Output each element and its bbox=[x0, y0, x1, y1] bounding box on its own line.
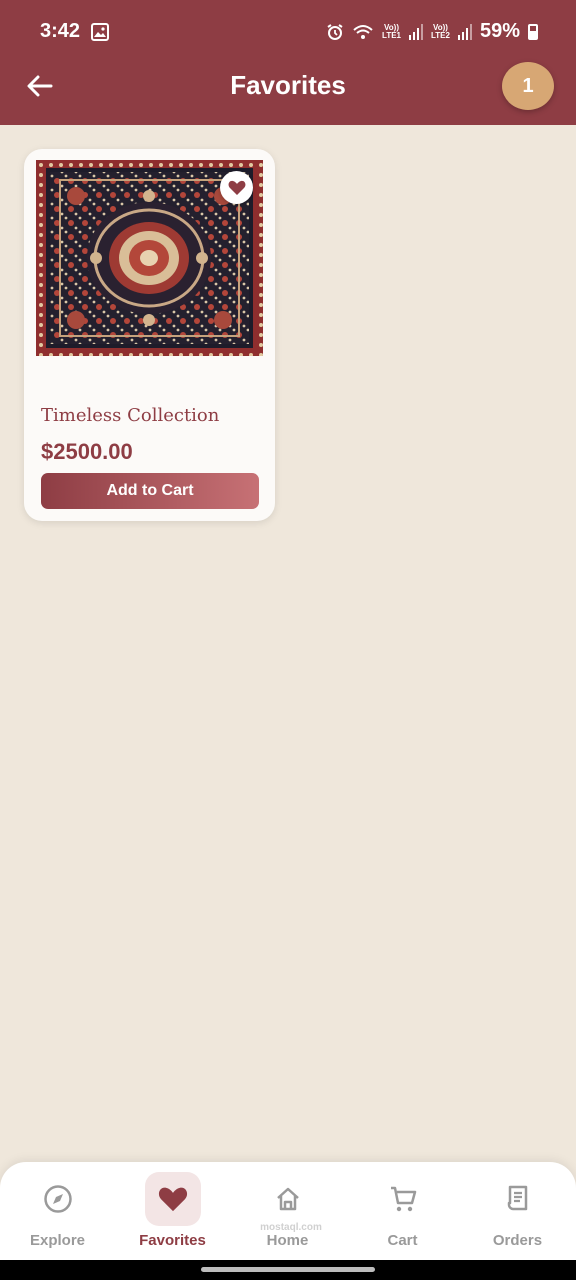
lte1-label: LTE1 bbox=[382, 30, 401, 40]
status-icons: Vo)) LTE1 Vo)) LTE2 59% bbox=[326, 20, 538, 43]
nav-orders[interactable]: Orders bbox=[460, 1162, 575, 1260]
battery-percent: 59% bbox=[479, 20, 520, 42]
favorite-toggle-button[interactable] bbox=[220, 171, 253, 204]
nav-favorites[interactable]: Favorites bbox=[115, 1162, 230, 1260]
signal-icon-2 bbox=[457, 23, 472, 40]
product-name[interactable]: Timeless Collection bbox=[41, 405, 219, 426]
app-header: 3:42 Vo)) LTE1 Vo)) LTE2 59% Favorites 1 bbox=[0, 0, 576, 125]
nav-label-home: Home bbox=[266, 1232, 309, 1249]
product-card[interactable] bbox=[24, 149, 275, 521]
compass-icon bbox=[43, 1185, 72, 1213]
count-badge[interactable]: 1 bbox=[502, 62, 554, 110]
nav-explore[interactable]: Explore bbox=[0, 1162, 115, 1260]
product-price: $2500.00 bbox=[41, 439, 133, 464]
heart-filled-icon bbox=[228, 180, 245, 195]
gesture-handle[interactable] bbox=[201, 1267, 375, 1272]
nav-label-cart: Cart bbox=[387, 1232, 418, 1249]
add-to-cart-button[interactable]: Add to Cart bbox=[41, 473, 259, 509]
nav-home[interactable]: Home bbox=[230, 1162, 345, 1260]
nav-label-explore: Explore bbox=[29, 1232, 86, 1249]
nav-label-favorites: Favorites bbox=[139, 1232, 206, 1249]
signal-icon bbox=[409, 23, 423, 40]
home-icon bbox=[276, 1187, 299, 1211]
bottom-navigation: Explore Favorites Home Cart Orders bbox=[0, 1162, 576, 1260]
alarm-icon bbox=[327, 23, 343, 40]
sim1-indicator: Vo)) LTE1 bbox=[382, 23, 401, 40]
gallery-icon bbox=[91, 23, 109, 41]
receipt-icon bbox=[507, 1185, 527, 1211]
page-title: Favorites bbox=[230, 70, 346, 100]
sim2-indicator: Vo)) LTE2 bbox=[431, 23, 450, 40]
nav-label-orders: Orders bbox=[492, 1232, 543, 1249]
nav-cart[interactable]: Cart bbox=[345, 1162, 460, 1260]
cart-icon bbox=[390, 1186, 416, 1212]
heart-icon bbox=[158, 1187, 187, 1211]
status-bar: 3:42 Vo)) LTE1 Vo)) LTE2 59% bbox=[0, 0, 576, 60]
watermark: mostaql.com bbox=[260, 1222, 322, 1233]
status-time: 3:42 bbox=[40, 20, 81, 42]
wifi-icon bbox=[353, 24, 373, 39]
battery-icon bbox=[528, 23, 538, 40]
lte2-label: LTE2 bbox=[431, 30, 450, 40]
